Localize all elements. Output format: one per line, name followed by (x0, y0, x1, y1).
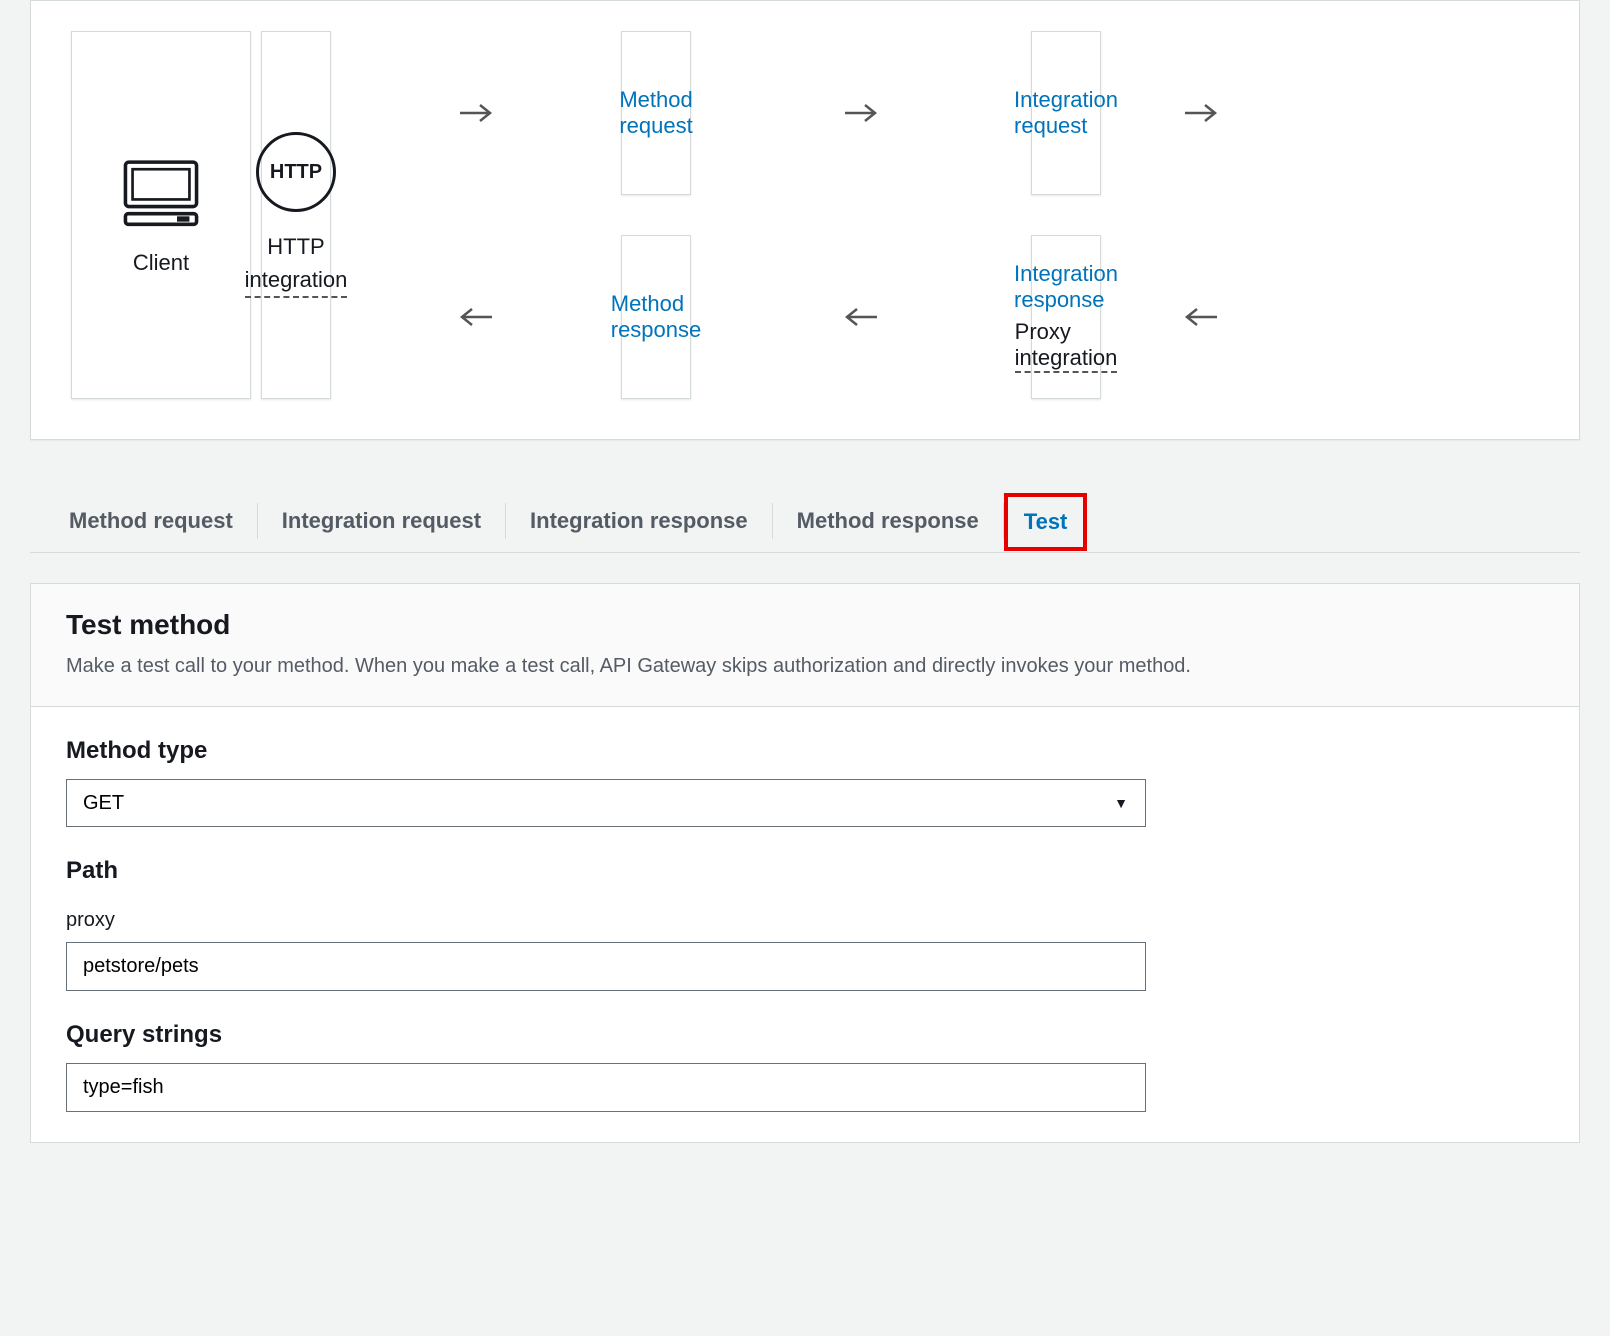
http-integration-box: HTTP HTTP integration (261, 31, 331, 399)
method-type-label: Method type (66, 737, 1544, 765)
tab-integration-response[interactable]: Integration response (506, 490, 772, 552)
integration-request-card[interactable]: Integration request (1031, 31, 1101, 195)
integration-response-link[interactable]: Integration response (1014, 261, 1118, 313)
integration-request-link[interactable]: Integration request (1014, 87, 1118, 139)
arrow-left-icon (1111, 235, 1291, 399)
method-type-select[interactable]: GET (66, 779, 1146, 827)
client-computer-icon (116, 155, 206, 240)
test-method-panel: Test method Make a test call to your met… (30, 583, 1580, 1143)
method-response-card[interactable]: Method response (621, 235, 691, 399)
proxy-label: proxy (66, 909, 1544, 932)
arrow-right-icon (1111, 31, 1291, 195)
panel-header: Test method Make a test call to your met… (31, 584, 1579, 707)
tab-method-response[interactable]: Method response (773, 490, 1003, 552)
client-label: Client (133, 250, 189, 276)
arrow-right-icon (341, 31, 611, 195)
query-strings-input[interactable] (66, 1063, 1146, 1112)
arrow-left-icon (701, 235, 1021, 399)
method-response-link[interactable]: Method response (611, 291, 702, 343)
panel-description: Make a test call to your method. When yo… (66, 651, 1544, 681)
tab-method-request[interactable]: Method request (45, 490, 257, 552)
http-circle-icon: HTTP (256, 132, 336, 212)
http-integration-label: HTTP integration (245, 230, 348, 298)
proxy-integration-label: Proxy integration (1015, 319, 1118, 373)
method-request-card[interactable]: Method request (621, 31, 691, 195)
panel-body: Method type GET ▼ Path proxy Query strin… (31, 707, 1579, 1142)
arrow-right-icon (701, 31, 1021, 195)
method-request-link[interactable]: Method request (619, 87, 692, 139)
tab-test[interactable]: Test (1004, 493, 1088, 551)
arrow-left-icon (341, 235, 611, 399)
query-strings-label: Query strings (66, 1021, 1544, 1049)
integration-response-card[interactable]: Integration response Proxy integration (1031, 235, 1101, 399)
method-execution-diagram: Client Method request Integration reques… (30, 0, 1580, 440)
client-box: Client (71, 31, 251, 399)
proxy-path-input[interactable] (66, 942, 1146, 991)
panel-title: Test method (66, 609, 1544, 641)
tabs-bar: Method request Integration request Integ… (30, 490, 1580, 553)
tab-integration-request[interactable]: Integration request (258, 490, 505, 552)
path-label: Path (66, 857, 1544, 885)
